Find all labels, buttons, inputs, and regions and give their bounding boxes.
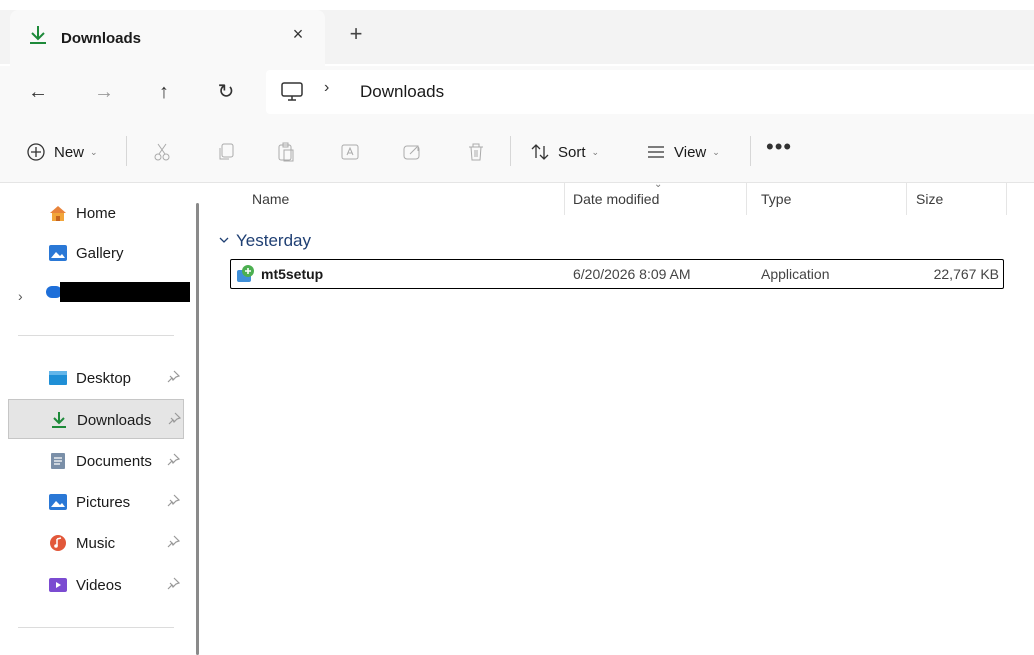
new-tab-icon[interactable]: + bbox=[344, 22, 368, 46]
address-field[interactable]: › Downloads bbox=[266, 70, 1034, 114]
sidebar-item-label: Videos bbox=[76, 577, 122, 594]
toolbar-divider bbox=[510, 136, 511, 166]
documents-icon bbox=[51, 453, 65, 469]
trash-icon bbox=[466, 142, 486, 162]
rename-icon bbox=[340, 142, 360, 162]
desktop-icon bbox=[49, 371, 67, 385]
toolbar-divider bbox=[750, 136, 751, 166]
column-divider[interactable] bbox=[1006, 183, 1007, 215]
pictures-icon bbox=[49, 494, 67, 510]
chevron-down-icon: ⌄ bbox=[90, 146, 98, 157]
file-name: mt5setup bbox=[261, 266, 324, 282]
tab-title: Downloads bbox=[61, 30, 142, 47]
view-label: View bbox=[674, 143, 707, 161]
cut-button[interactable] bbox=[152, 140, 172, 164]
copy-button[interactable] bbox=[216, 140, 236, 164]
scissors-icon bbox=[152, 142, 172, 162]
column-divider[interactable] bbox=[564, 183, 565, 215]
sidebar-item-pictures[interactable]: Pictures bbox=[8, 482, 184, 522]
column-divider[interactable] bbox=[906, 183, 907, 215]
new-label: New bbox=[54, 143, 85, 161]
file-type: Application bbox=[761, 266, 830, 282]
new-button[interactable]: New ⌄ bbox=[26, 140, 98, 164]
file-row[interactable]: mt5setup 6/20/2026 8:09 AM Application 2… bbox=[230, 259, 1004, 289]
file-size: 22,767 KB bbox=[933, 266, 999, 282]
downloads-icon bbox=[52, 412, 66, 428]
sort-button[interactable]: Sort ⌄ bbox=[530, 140, 599, 164]
column-divider[interactable] bbox=[746, 183, 747, 215]
sidebar-divider bbox=[18, 627, 174, 628]
more-options-icon[interactable]: ••• bbox=[766, 134, 792, 160]
delete-button[interactable] bbox=[466, 140, 486, 164]
back-arrow-icon[interactable]: ← bbox=[22, 76, 54, 108]
home-icon bbox=[50, 206, 66, 221]
pin-icon[interactable] bbox=[166, 453, 180, 467]
pin-icon[interactable] bbox=[166, 494, 180, 508]
sidebar-item-desktop[interactable]: Desktop bbox=[8, 358, 184, 398]
sort-descending-icon: ⌄ bbox=[654, 179, 663, 190]
sort-label: Sort bbox=[558, 143, 586, 161]
expand-chevron-icon[interactable]: › bbox=[18, 288, 23, 304]
sort-arrows-icon bbox=[530, 142, 550, 162]
breadcrumb-separator: › bbox=[324, 79, 330, 96]
breadcrumb-downloads[interactable]: Downloads bbox=[360, 82, 444, 102]
gallery-icon bbox=[49, 245, 67, 261]
address-bar-row: ← → ↑ ↻ › Downloads bbox=[0, 66, 1034, 118]
copy-icon bbox=[216, 142, 236, 162]
sidebar-item-documents[interactable]: Documents bbox=[8, 441, 184, 481]
list-view-icon bbox=[646, 142, 666, 162]
pin-icon[interactable] bbox=[166, 535, 180, 549]
pin-icon[interactable] bbox=[167, 412, 181, 426]
navigation-pane: Home Gallery › Desktop Downloads Documen… bbox=[0, 183, 200, 655]
view-button[interactable]: View ⌄ bbox=[646, 140, 720, 164]
downloads-icon bbox=[30, 26, 46, 44]
share-button[interactable] bbox=[402, 140, 422, 164]
sidebar-item-label: Pictures bbox=[76, 494, 131, 511]
videos-icon bbox=[49, 578, 67, 592]
sidebar-item-label: Downloads bbox=[77, 412, 152, 429]
sidebar-item-music[interactable]: Music bbox=[8, 523, 184, 563]
forward-arrow-icon[interactable]: → bbox=[88, 76, 120, 108]
sidebar-item-label: Gallery bbox=[76, 245, 124, 262]
file-date-modified: 6/20/2026 8:09 AM bbox=[573, 266, 691, 282]
sidebar-scrollbar[interactable] bbox=[196, 203, 199, 655]
sidebar-item-label: Desktop bbox=[76, 370, 132, 387]
redacted-account-label[interactable] bbox=[60, 282, 190, 302]
music-icon bbox=[50, 535, 66, 551]
file-list: Name ⌄ Date modified Type Size Yesterday… bbox=[206, 179, 1034, 655]
sidebar-item-label: Documents bbox=[76, 453, 152, 470]
toolbar-divider bbox=[126, 136, 127, 166]
title-bar: Downloads × + bbox=[0, 0, 1034, 66]
group-collapse-chevron-icon[interactable] bbox=[218, 234, 230, 246]
column-header-type[interactable]: Type bbox=[761, 191, 791, 207]
chevron-down-icon: ⌄ bbox=[591, 146, 600, 157]
pin-icon[interactable] bbox=[166, 577, 180, 591]
group-header-yesterday[interactable]: Yesterday bbox=[236, 231, 311, 251]
tab-downloads[interactable]: Downloads × bbox=[10, 10, 325, 66]
sidebar-item-home[interactable]: Home bbox=[8, 193, 184, 233]
close-tab-icon[interactable]: × bbox=[286, 22, 310, 46]
clipboard-icon bbox=[276, 142, 296, 162]
sidebar-item-label: Music bbox=[76, 535, 116, 552]
sidebar-item-gallery[interactable]: Gallery bbox=[8, 233, 184, 273]
sidebar-divider bbox=[18, 335, 174, 336]
refresh-icon[interactable]: ↻ bbox=[210, 76, 242, 108]
share-icon bbox=[402, 142, 422, 162]
sidebar-item-label: Home bbox=[76, 205, 117, 222]
installer-app-icon bbox=[237, 265, 254, 282]
sidebar-item-downloads[interactable]: Downloads bbox=[8, 399, 184, 439]
sidebar-item-videos[interactable]: Videos bbox=[8, 565, 184, 605]
column-header-name[interactable]: Name bbox=[252, 191, 289, 207]
pin-icon[interactable] bbox=[166, 370, 180, 384]
command-bar: New ⌄ Sort ⌄ View ⌄ ••• bbox=[0, 118, 1034, 183]
column-header-size[interactable]: Size bbox=[916, 191, 943, 207]
chevron-down-icon: ⌄ bbox=[712, 146, 720, 157]
this-pc-icon bbox=[281, 82, 303, 101]
rename-button[interactable] bbox=[340, 140, 360, 164]
column-header-date[interactable]: Date modified bbox=[573, 191, 659, 207]
up-arrow-icon[interactable]: ↑ bbox=[148, 76, 180, 108]
plus-circle-icon bbox=[26, 142, 46, 162]
paste-button[interactable] bbox=[276, 140, 296, 164]
